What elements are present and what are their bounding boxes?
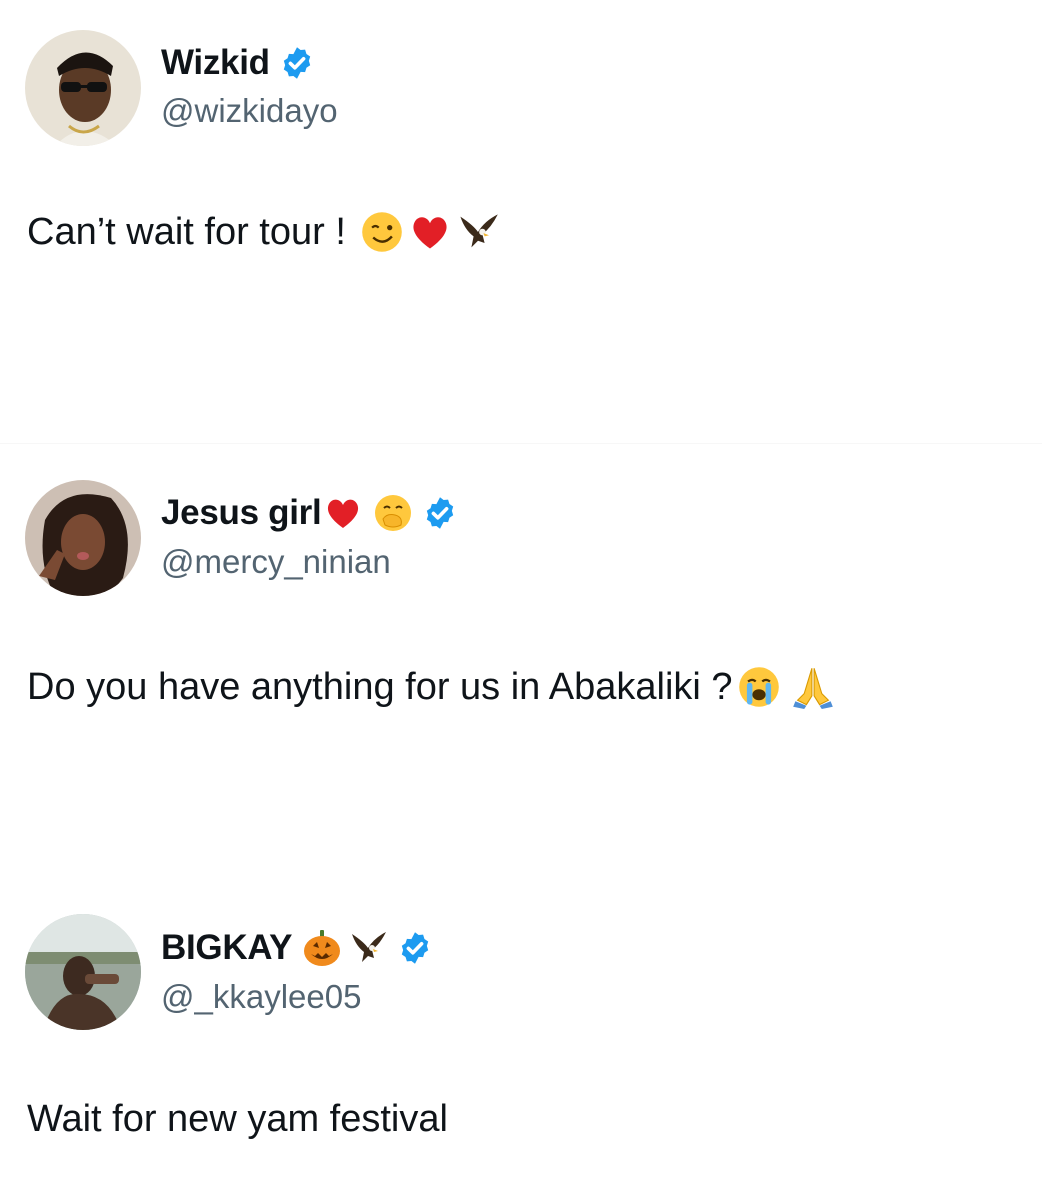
display-name[interactable]: BIGKAY [161,928,292,968]
tweet-3: BIGKAY @_kkaylee05 Wait for new yam fest… [0,0,1042,1200]
verified-badge-icon [397,930,433,966]
tweet-body: Wait for new yam festival [27,1098,448,1140]
jack-o-lantern-emoji-icon [302,928,342,968]
avatar[interactable] [25,914,141,1030]
user-handle[interactable]: @_kkaylee05 [161,978,361,1016]
avatar-photo-icon [25,914,141,1030]
eagle-emoji-icon [348,928,388,968]
tweet-text: Wait for new yam festival [27,1098,448,1141]
